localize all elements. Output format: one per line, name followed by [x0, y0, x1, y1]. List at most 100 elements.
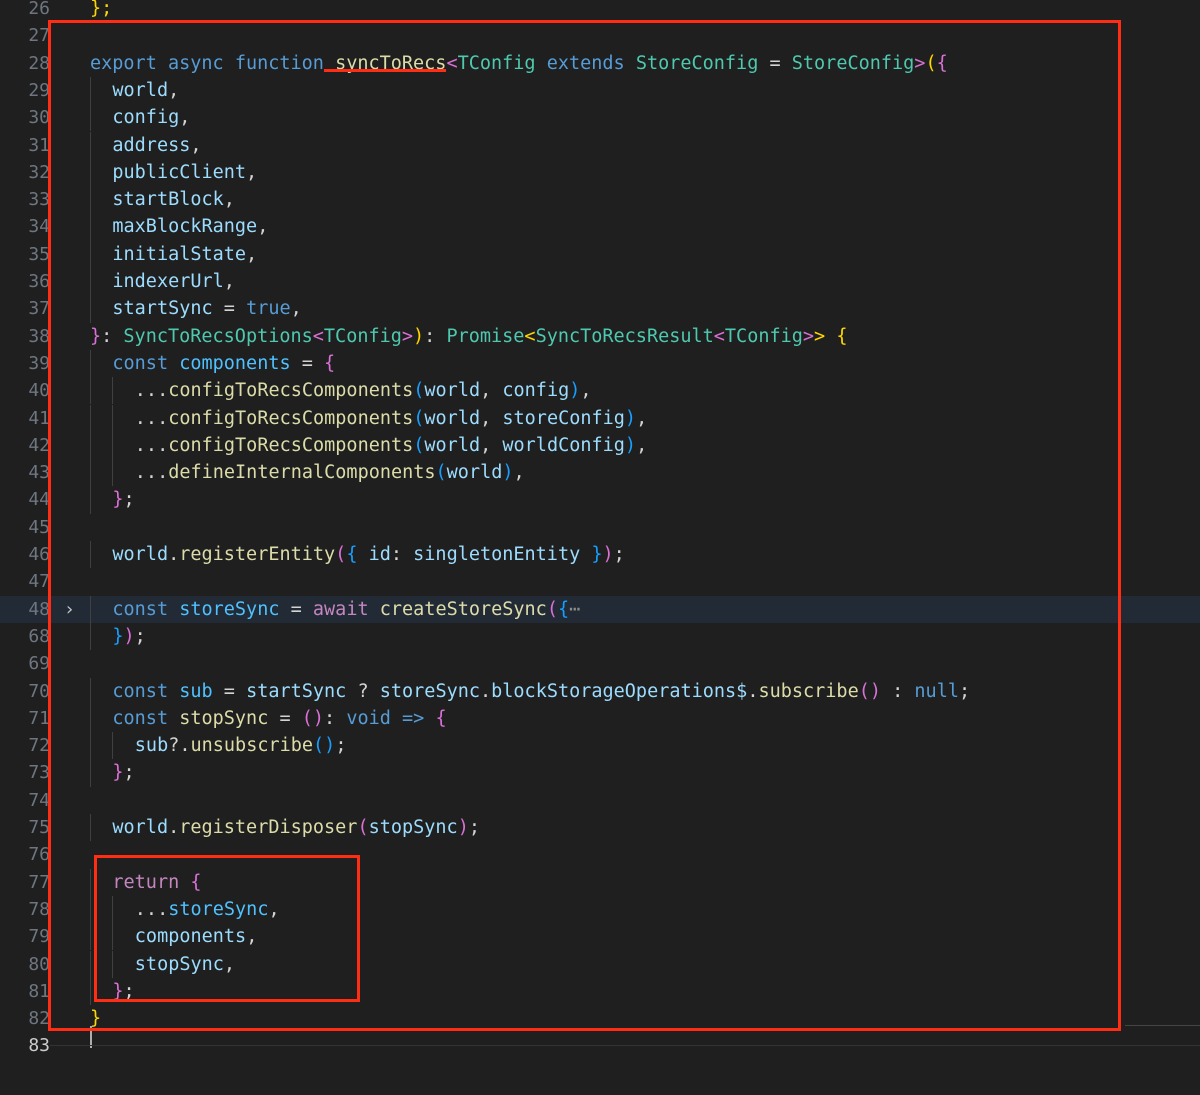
code-token: world: [424, 434, 481, 456]
code-token: (: [435, 462, 447, 484]
code-line-68[interactable]: 68});: [0, 622, 1200, 651]
end-of-file-rule: [50, 1045, 1200, 1046]
code-line-80[interactable]: 80 stopSync,: [0, 950, 1200, 978]
code-line-36[interactable]: 36 indexerUrl,: [0, 268, 1200, 296]
code-token: ,: [223, 189, 235, 211]
code-line-44[interactable]: 44};: [0, 486, 1200, 514]
code-line-75[interactable]: 75 world.registerDisposer(stopSync);: [0, 814, 1200, 842]
code-line-48[interactable]: 48 › const storeSync = await createStoreSy…: [0, 595, 1200, 623]
code-line-45[interactable]: 45: [0, 514, 1200, 541]
code-token: registerEntity: [179, 544, 336, 565]
code-token: ...: [134, 434, 169, 456]
code-text: indexerUrl,: [112, 268, 235, 295]
code-token: {: [836, 325, 848, 347]
code-token: ;: [123, 762, 135, 784]
code-token: <: [312, 325, 324, 347]
code-token: ,: [223, 271, 235, 292]
code-editor[interactable]: 26}; 27 28 export async function syncToRecs…: [0, 0, 1200, 1095]
code-line-78[interactable]: 78 ...storeSync,: [0, 895, 1200, 924]
indent-guide: [90, 268, 91, 296]
indent-guide: [90, 704, 91, 733]
code-token: ...: [134, 898, 169, 920]
indent-guide: [90, 814, 91, 842]
code-line-74[interactable]: 74: [0, 787, 1200, 814]
line-number: 31: [28, 134, 50, 156]
line-number: 33: [28, 189, 50, 211]
code-token: }: [112, 489, 124, 511]
code-line-46[interactable]: 46 world.registerEntity({ id: singletonEn…: [0, 541, 1200, 569]
code-token: address: [112, 134, 191, 156]
code-text: world.registerDisposer(stopSync);: [112, 814, 480, 841]
code-line-69[interactable]: 69: [0, 650, 1200, 677]
code-line-27[interactable]: 27: [0, 22, 1200, 49]
code-token: .: [747, 680, 759, 702]
code-token: ,: [190, 134, 202, 156]
code-token: startSync: [246, 680, 347, 702]
code-line-33[interactable]: 33 startBlock,: [0, 186, 1200, 214]
code-line-40[interactable]: 40 ...configToRecsComponents(world, confi…: [0, 377, 1200, 405]
code-token: storeConfig: [502, 407, 625, 429]
code-line-26[interactable]: 26};: [0, 0, 1200, 22]
code-line-32[interactable]: 32 publicClient,: [0, 158, 1200, 187]
code-line-30[interactable]: 30 config,: [0, 104, 1200, 132]
code-token: (: [413, 407, 425, 429]
code-line-42[interactable]: 42 ...configToRecsComponents(world, world…: [0, 431, 1200, 460]
code-text: }: SyncToRecsOptions<TConfig>): Promise<…: [90, 323, 847, 350]
code-token: ,: [257, 216, 269, 238]
line-number: 45: [28, 516, 50, 538]
code-token: storeSync: [168, 898, 269, 920]
code-token: stopSync: [134, 953, 224, 975]
code-line-76[interactable]: 76: [0, 841, 1200, 868]
line-number: 29: [28, 79, 50, 101]
code-line-71[interactable]: 71 const stopSync = (): void => {: [0, 704, 1200, 733]
code-line-38[interactable]: 38}: SyncToRecsOptions<TConfig>): Promis…: [0, 323, 1200, 350]
code-line-73[interactable]: 73};: [0, 759, 1200, 787]
code-token: ;: [123, 980, 135, 1002]
code-token: =: [212, 298, 247, 320]
code-line-81[interactable]: 81};: [0, 977, 1200, 1006]
code-line-70[interactable]: 70 const sub = startSync ? storeSync.bloc…: [0, 677, 1200, 705]
line-number: 74: [28, 789, 50, 811]
code-line-47[interactable]: 47: [0, 568, 1200, 595]
indent-guide: [90, 677, 91, 705]
code-token: configToRecsComponents: [168, 407, 414, 429]
code-text: world,: [112, 77, 179, 104]
code-line-83[interactable]: 83: [0, 1032, 1200, 1059]
code-line-82[interactable]: 82}: [0, 1005, 1200, 1032]
code-line-77[interactable]: 77 return {: [0, 868, 1200, 896]
code-line-72[interactable]: 72 sub?.unsubscribe();: [0, 732, 1200, 760]
code-token: ;: [335, 735, 347, 757]
code-token: ,: [636, 434, 648, 456]
code-line-28[interactable]: 28 export async function syncToRecs<TConf…: [0, 50, 1200, 77]
code-token: indexerUrl: [112, 271, 224, 292]
code-token: maxBlockRange: [112, 216, 258, 238]
code-token: configToRecsComponents: [168, 380, 414, 402]
code-token: :: [881, 680, 915, 702]
code-token: void: [346, 707, 391, 729]
code-token: >: [814, 325, 826, 347]
code-line-79[interactable]: 79 components,: [0, 923, 1200, 951]
code-line-39[interactable]: 39 const components = {: [0, 349, 1200, 378]
code-line-34[interactable]: 34 maxBlockRange,: [0, 213, 1200, 241]
line-number: 48: [28, 598, 50, 620]
code-text: const storeSync = await createStoreSync(…: [112, 596, 580, 623]
code-line-35[interactable]: 35 initialState,: [0, 240, 1200, 268]
code-line-41[interactable]: 41 ...configToRecsComponents(world, store…: [0, 404, 1200, 432]
code-text: export async function syncToRecs<TConfig…: [90, 50, 948, 77]
code-token: sub: [179, 680, 213, 702]
code-text: startSync = true,: [112, 295, 301, 322]
code-line-37[interactable]: 37 startSync = true,: [0, 295, 1200, 323]
code-line-43[interactable]: 43 ...defineInternalComponents(world),: [0, 459, 1200, 487]
code-line-29[interactable]: 29 world,: [0, 76, 1200, 105]
indent-guide: [90, 377, 91, 405]
indent-guide: [90, 295, 91, 323]
code-line-31[interactable]: 31 address,: [0, 131, 1200, 159]
line-number: 76: [28, 844, 50, 866]
code-token: ,: [223, 953, 236, 975]
line-number: 36: [28, 271, 50, 292]
fold-chevron-icon[interactable]: ›: [64, 596, 75, 623]
